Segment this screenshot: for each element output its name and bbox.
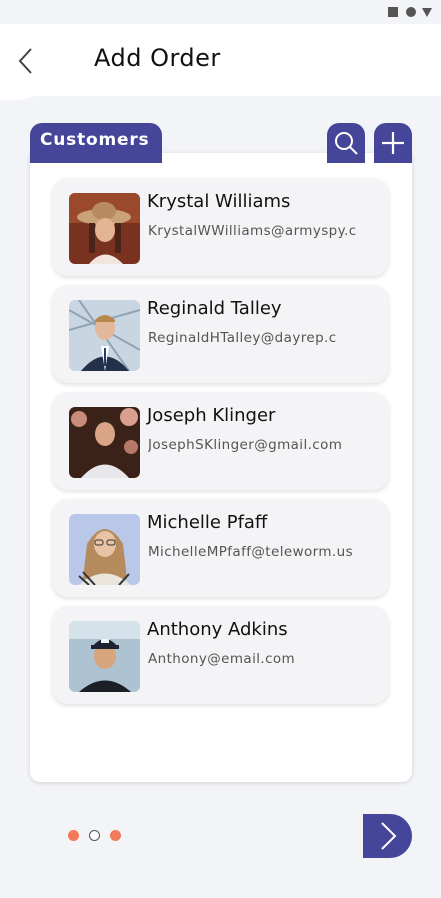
customer-email: ReginaldHTalley@dayrep.c bbox=[148, 330, 337, 346]
triangle-icon bbox=[422, 8, 432, 17]
avatar bbox=[69, 621, 140, 692]
customer-card[interactable]: Michelle Pfaff MichelleMPfaff@teleworm.u… bbox=[52, 499, 389, 597]
avatar bbox=[69, 407, 140, 478]
avatar bbox=[69, 300, 140, 371]
page-dot[interactable] bbox=[89, 830, 100, 841]
page-dot[interactable] bbox=[110, 830, 121, 841]
customer-card[interactable]: Reginald Talley ReginaldHTalley@dayrep.c bbox=[52, 285, 389, 383]
circle-icon bbox=[406, 7, 416, 17]
customer-card[interactable]: Anthony Adkins Anthony@email.com bbox=[52, 606, 389, 704]
customer-name: Michelle Pfaff bbox=[147, 512, 268, 533]
page-title: Add Order bbox=[94, 44, 221, 72]
customer-card[interactable]: Joseph Klinger JosephSKlinger@gmail.com bbox=[52, 392, 389, 490]
customer-card[interactable]: Krystal Williams KrystalWWilliams@armysp… bbox=[52, 178, 389, 276]
app-header: Add Order bbox=[0, 24, 441, 100]
search-button[interactable] bbox=[327, 123, 365, 163]
next-arrow-icon bbox=[380, 822, 396, 850]
status-bar bbox=[0, 0, 441, 24]
plus-icon bbox=[382, 132, 404, 154]
customer-list: Krystal Williams KrystalWWilliams@armysp… bbox=[52, 178, 389, 713]
tab-customers[interactable]: Customers bbox=[30, 123, 162, 163]
customer-email: JosephSKlinger@gmail.com bbox=[148, 437, 343, 453]
page-dot[interactable] bbox=[68, 830, 79, 841]
customer-name: Anthony Adkins bbox=[147, 619, 288, 640]
next-button[interactable] bbox=[363, 814, 412, 858]
customer-name: Reginald Talley bbox=[147, 298, 282, 319]
avatar bbox=[69, 514, 140, 585]
square-icon bbox=[388, 7, 398, 17]
customer-name: Joseph Klinger bbox=[147, 405, 276, 426]
back-button[interactable] bbox=[14, 46, 42, 76]
add-customer-button[interactable] bbox=[374, 123, 412, 163]
customer-email: Anthony@email.com bbox=[148, 651, 296, 667]
customer-name: Krystal Williams bbox=[147, 191, 291, 212]
back-icon bbox=[18, 48, 32, 74]
search-icon bbox=[335, 132, 358, 155]
customer-email: KrystalWWilliams@armyspy.c bbox=[148, 223, 357, 239]
avatar bbox=[69, 193, 140, 264]
customer-email: MichelleMPfaff@teleworm.us bbox=[148, 544, 354, 560]
